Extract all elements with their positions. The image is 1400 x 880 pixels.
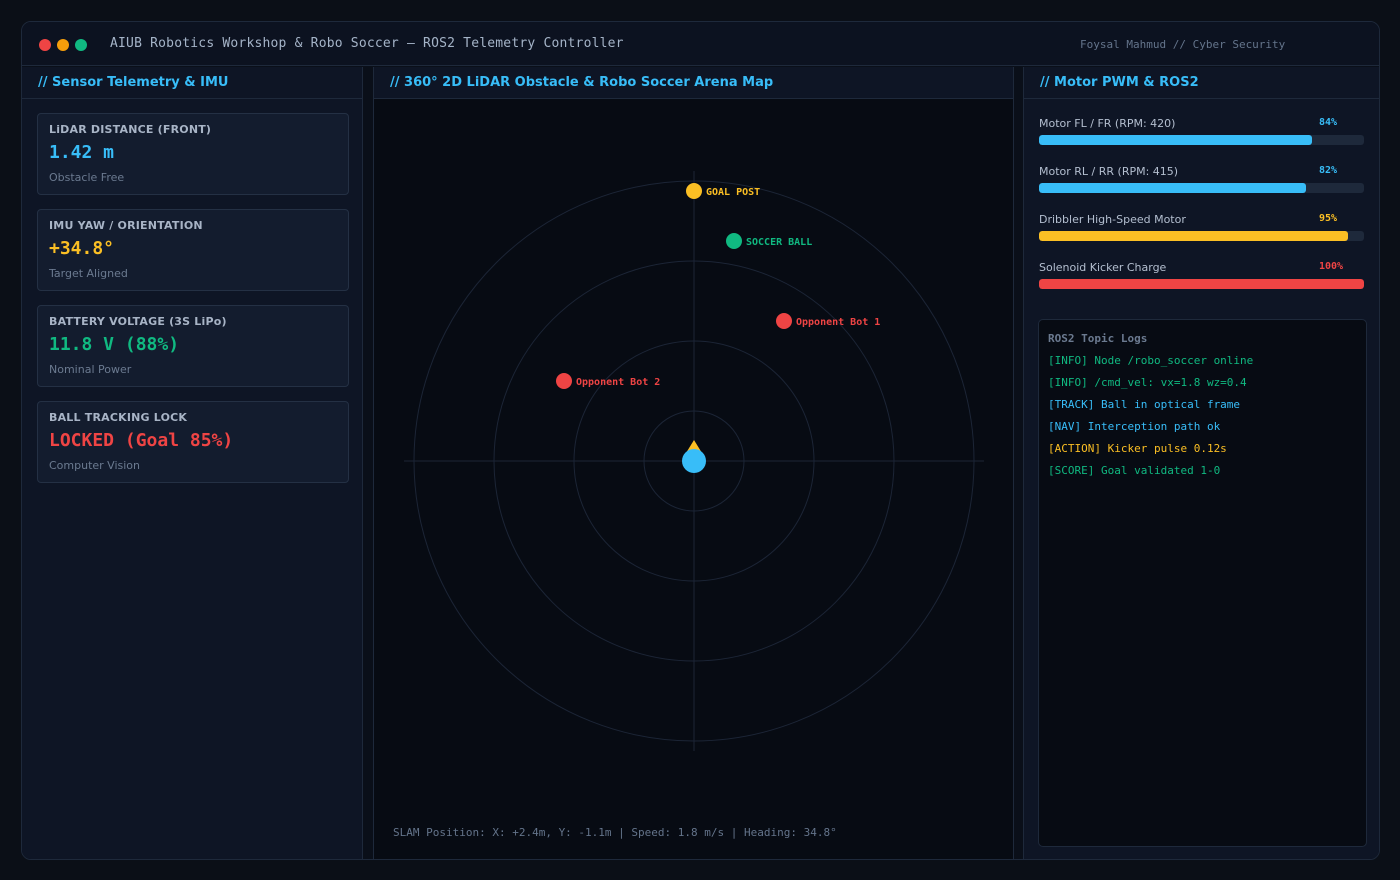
sensor-panel-header: // Sensor Telemetry & IMU [22,67,362,99]
close-button[interactable] [39,39,51,51]
log-line: [INFO] /cmd_vel: vx=1.8 wz=0.4 [1048,376,1247,389]
opponent-bot-2-marker[interactable]: Opponent Bot 2 [556,373,660,389]
motor-percent: 95% [1319,213,1338,224]
minimize-button[interactable] [57,39,69,51]
motor-row: Motor RL / RR (RPM: 415) 82% [1039,165,1366,195]
motor-row: Motor FL / FR (RPM: 420) 84% [1039,117,1366,147]
log-line: [SCORE] Goal validated 1-0 [1048,464,1221,477]
arena-map-title: // 360° 2D LiDAR Obstacle & Robo Soccer … [390,75,774,90]
motor-progress-fill [1039,279,1364,289]
motor-panel-header: // Motor PWM & ROS2 [1024,67,1379,99]
soccer-ball-marker[interactable]: SOCCER BALL [726,233,812,249]
robot-icon [682,449,706,473]
title-bar: AIUB Robotics Workshop & Robo Soccer — R… [22,22,1379,66]
lidar-radar-map[interactable]: GOAL POST SOCCER BALL Opponent Bot 1 Opp… [374,99,1013,819]
motor-label: Motor RL / RR (RPM: 415) [1039,165,1179,178]
log-console-title: ROS2 Topic Logs [1048,332,1148,345]
sensor-panel: // Sensor Telemetry & IMU LiDAR DISTANCE… [22,67,363,859]
card-label: IMU YAW / ORIENTATION [49,219,203,232]
card-status: Nominal Power [49,363,132,376]
card-status: Obstacle Free [49,171,125,184]
card-value: 11.8 V (88%) [49,334,180,355]
arena-map-panel: // 360° 2D LiDAR Obstacle & Robo Soccer … [373,67,1014,859]
log-line: [ACTION] Kicker pulse 0.12s [1048,442,1227,455]
imu-yaw-card: IMU YAW / ORIENTATION +34.8° Target Alig… [37,209,349,291]
motor-row: Dribbler High-Speed Motor 95% [1039,213,1366,243]
goal-post-label: GOAL POST [706,187,760,198]
motor-progress-fill [1039,135,1312,145]
opponent-bot-1-marker[interactable]: Opponent Bot 1 [776,313,880,329]
card-status: Computer Vision [49,459,141,472]
motor-progress-fill [1039,231,1348,241]
card-status: Target Aligned [49,267,128,280]
soccer-ball-label: SOCCER BALL [746,237,812,248]
opponent-bot-1-label: Opponent Bot 1 [796,317,880,328]
motor-percent: 82% [1319,165,1338,176]
maximize-button[interactable] [75,39,87,51]
motor-progress-fill [1039,183,1306,193]
motor-progress-bar [1039,279,1364,289]
app-window: AIUB Robotics Workshop & Robo Soccer — R… [21,21,1380,860]
card-label: LiDAR DISTANCE (FRONT) [49,123,212,136]
motor-row: Solenoid Kicker Charge 100% [1039,261,1366,291]
motor-label: Motor FL / FR (RPM: 420) [1039,117,1176,130]
log-line: [NAV] Interception path ok [1048,420,1221,433]
card-value: +34.8° [49,238,115,259]
card-value: 1.42 m [49,142,115,163]
author-label: Foysal Mahmud // Cyber Security [1080,38,1286,51]
arena-map-header: // 360° 2D LiDAR Obstacle & Robo Soccer … [374,67,1013,99]
sensor-panel-title: // Sensor Telemetry & IMU [38,75,229,90]
opponent-bot-2-label: Opponent Bot 2 [576,377,660,388]
motor-percent: 100% [1319,261,1344,272]
goal-post-marker[interactable]: GOAL POST [686,183,760,199]
motor-progress-bar [1039,183,1364,193]
motor-label: Dribbler High-Speed Motor [1039,213,1186,226]
battery-voltage-card: BATTERY VOLTAGE (3S LiPo) 11.8 V (88%) N… [37,305,349,387]
motor-label: Solenoid Kicker Charge [1039,261,1167,274]
lidar-distance-card: LiDAR DISTANCE (FRONT) 1.42 m Obstacle F… [37,113,349,195]
motor-progress-bar [1039,135,1364,145]
motor-percent: 84% [1319,117,1338,128]
log-line: [TRACK] Ball in optical frame [1048,398,1241,411]
ros2-log-console[interactable]: ROS2 Topic Logs [INFO] Node /robo_soccer… [1038,319,1367,847]
motor-panel: // Motor PWM & ROS2 Motor FL / FR (RPM: … [1023,67,1379,859]
slam-status-line: SLAM Position: X: +2.4m, Y: -1.1m | Spee… [393,826,837,839]
motor-progress-bar [1039,231,1364,241]
log-line: [INFO] Node /robo_soccer online [1048,354,1254,367]
card-label: BALL TRACKING LOCK [49,411,188,424]
card-label: BATTERY VOLTAGE (3S LiPo) [49,315,227,328]
card-value: LOCKED (Goal 85%) [49,430,234,451]
robot-marker[interactable] [682,440,706,473]
app-title: AIUB Robotics Workshop & Robo Soccer — R… [110,36,624,51]
motor-panel-title: // Motor PWM & ROS2 [1040,75,1199,90]
ball-tracking-card: BALL TRACKING LOCK LOCKED (Goal 85%) Com… [37,401,349,483]
